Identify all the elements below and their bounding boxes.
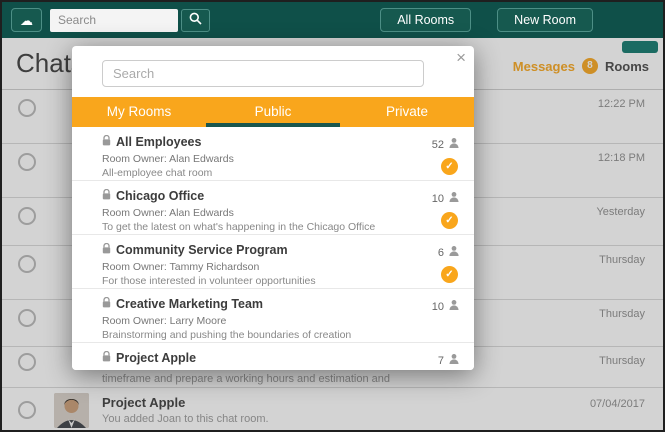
room-description: Brainstorming and pushing the boundaries…	[102, 329, 352, 341]
top-actions: All Rooms New Room	[380, 8, 593, 32]
room-item-all-employees[interactable]: All Employees Room Owner: Alan Edwards A…	[72, 127, 474, 181]
room-meta: 6	[438, 244, 460, 262]
all-rooms-button[interactable]: All Rooms	[380, 8, 472, 32]
participant-count: 7	[437, 355, 444, 367]
room-item-community-service-program[interactable]: Community Service Program Room Owner: Ta…	[72, 235, 474, 289]
joined-check-badge: ✓	[441, 158, 458, 175]
room-list: All Employees Room Owner: Alan Edwards A…	[72, 127, 474, 370]
participant-count: 52	[431, 139, 444, 151]
joined-check-badge: ✓	[441, 266, 458, 283]
joined-check-badge: ✓	[441, 212, 458, 229]
room-name-row: Project Apple	[102, 349, 414, 367]
room-description: For those interested in volunteer opport…	[102, 275, 316, 287]
room-owner: Room Owner: Alan Edwards	[102, 207, 234, 219]
room-name: Chicago Office	[116, 189, 205, 203]
lock-icon	[102, 295, 111, 313]
tab-label: Public	[254, 104, 292, 119]
room-name: Project Apple	[116, 351, 197, 365]
app-window: ☁ All Rooms New Room Chats Messages 8 Ro…	[0, 0, 665, 432]
top-search-button[interactable]	[181, 8, 210, 32]
room-name-row: Chicago Office	[102, 187, 414, 205]
person-icon	[448, 298, 460, 316]
tab-public[interactable]: Public	[206, 97, 340, 127]
top-search-input[interactable]	[50, 8, 178, 32]
room-owner: Room Owner: Larry Moore	[102, 315, 227, 327]
room-description: All-employee chat room	[102, 167, 213, 179]
search-icon	[189, 12, 202, 28]
lock-icon	[102, 187, 111, 205]
room-meta: 52	[432, 136, 460, 154]
person-icon	[448, 352, 460, 370]
tab-private[interactable]: Private	[340, 97, 474, 127]
person-icon	[448, 136, 460, 154]
room-name: Community Service Program	[116, 243, 288, 257]
room-meta: 7	[438, 352, 460, 370]
lock-icon	[102, 349, 111, 367]
room-item-chicago-office[interactable]: Chicago Office Room Owner: Alan Edwards …	[72, 181, 474, 235]
lock-icon	[102, 133, 111, 151]
room-description: To get the latest on what's happening in…	[102, 221, 376, 233]
room-name: All Employees	[116, 135, 202, 149]
room-name-row: All Employees	[102, 133, 414, 151]
top-search-group	[50, 8, 210, 32]
room-meta: 10	[432, 190, 460, 208]
room-name: Creative Marketing Team	[116, 297, 264, 311]
room-owner: Room Owner: David Fields	[102, 369, 414, 370]
room-item-creative-marketing-team[interactable]: Creative Marketing Team Room Owner: Larr…	[72, 289, 474, 343]
room-name-row: Community Service Program	[102, 241, 414, 259]
participant-count: 10	[431, 301, 444, 313]
room-meta: 10	[432, 298, 460, 316]
cloud-button[interactable]: ☁	[11, 8, 42, 32]
participant-count: 6	[437, 247, 444, 259]
cloud-icon: ☁	[20, 12, 33, 28]
tab-my-rooms[interactable]: My Rooms	[72, 97, 206, 127]
modal-tabbar: My Rooms Public Private	[72, 97, 474, 127]
new-room-button[interactable]: New Room	[497, 8, 593, 32]
top-bar: ☁ All Rooms New Room	[2, 2, 663, 38]
person-icon	[448, 244, 460, 262]
tab-label: My Rooms	[106, 104, 172, 119]
room-owner: Room Owner: Alan Edwards	[102, 153, 234, 165]
close-icon[interactable]: ×	[456, 49, 466, 66]
room-name-row: Creative Marketing Team	[102, 295, 414, 313]
participant-count: 10	[431, 193, 444, 205]
browse-rooms-modal: × My Rooms Public Private All Employees …	[72, 46, 474, 370]
room-owner: Room Owner: Tammy Richardson	[102, 261, 260, 273]
modal-search-input[interactable]	[102, 60, 424, 87]
person-icon	[448, 190, 460, 208]
room-item-project-apple[interactable]: Project Apple Room Owner: David Fields 7…	[72, 343, 474, 370]
lock-icon	[102, 241, 111, 259]
corner-accent	[622, 41, 658, 53]
tab-label: Private	[385, 104, 429, 119]
